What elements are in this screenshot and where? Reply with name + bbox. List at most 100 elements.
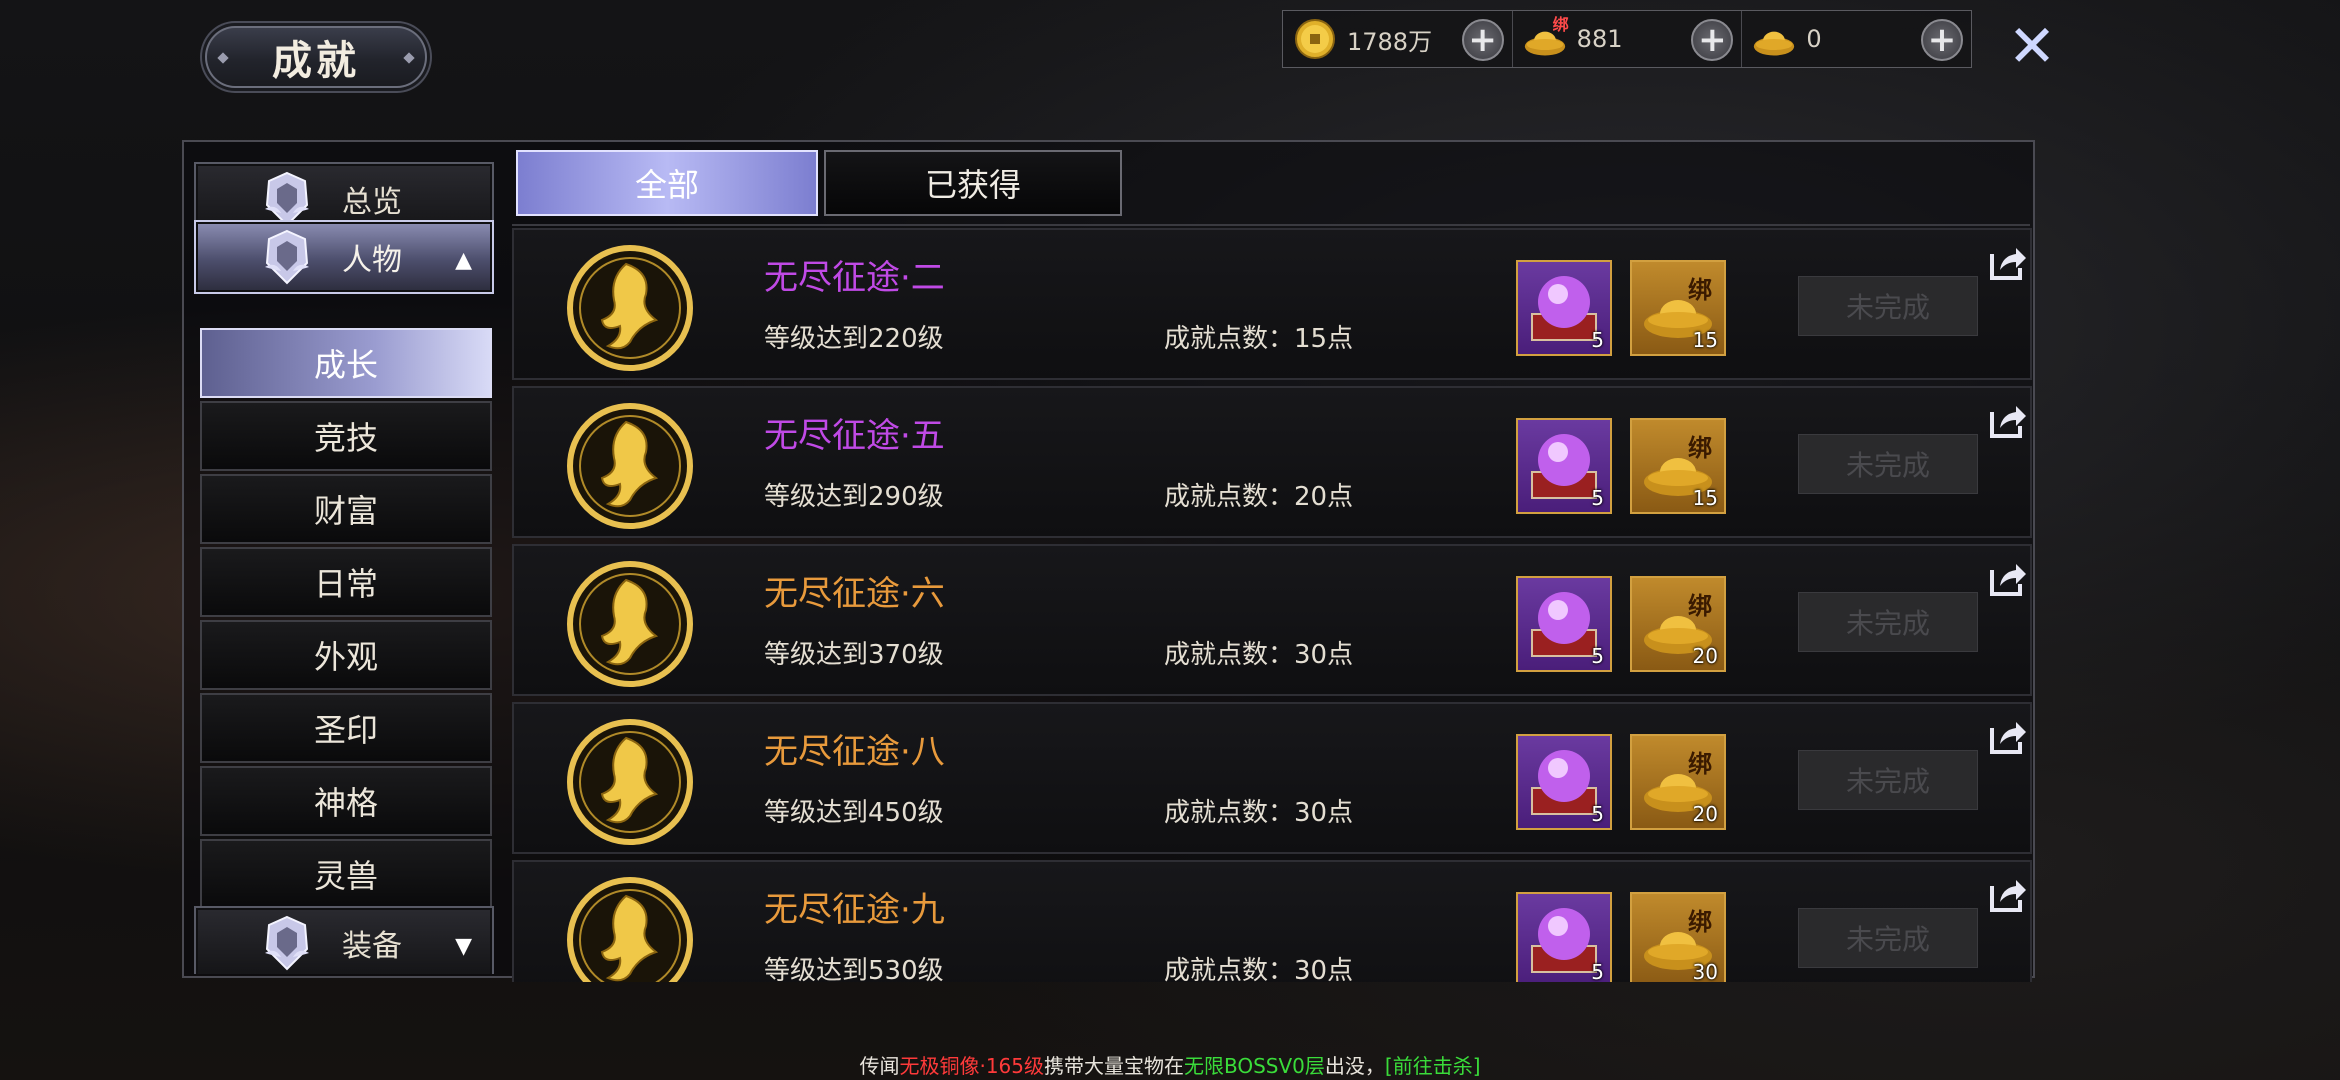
achievement-list: 无尽征途·二 等级达到220级 成就点数：15点 5 绑 15 未完成 无尽征途… — [512, 228, 2032, 982]
sidebar-category-label: 人物 — [342, 243, 402, 278]
sidebar-item-seal[interactable]: 圣印 — [200, 693, 492, 763]
achievement-emblem-icon — [567, 719, 693, 845]
shield-emblem-icon — [258, 226, 316, 288]
share-icon[interactable] — [1986, 872, 2030, 916]
currency-bound-ingot: 绑 881 + — [1513, 11, 1743, 67]
currency-copper: 1788万 + — [1283, 11, 1513, 67]
achievement-desc: 等级达到370级 — [764, 640, 944, 670]
reward-count: 15 — [1692, 328, 1718, 352]
currency-copper-value: 1788万 — [1347, 27, 1433, 56]
currency-bound-ingot-value: 881 — [1576, 25, 1623, 53]
close-icon[interactable]: ✕ — [2004, 17, 2060, 75]
reward-count: 20 — [1692, 644, 1718, 668]
achievement-title: 无尽征途·五 — [764, 416, 945, 456]
broadcast-suffix: 出没， — [1324, 1054, 1385, 1078]
sidebar-category-label: 装备 — [342, 929, 402, 964]
achievement-title: 无尽征途·六 — [764, 574, 945, 614]
achievement-emblem-icon — [567, 245, 693, 371]
reward-count: 5 — [1591, 328, 1604, 352]
sidebar-item-divinity[interactable]: 神格 — [200, 766, 492, 836]
chevron-up-icon: ▲ — [455, 248, 472, 273]
achievement-emblem-icon — [567, 561, 693, 687]
achievement-title: 无尽征途·八 — [764, 732, 945, 772]
achievement-row: 无尽征途·二 等级达到220级 成就点数：15点 5 绑 15 未完成 — [512, 228, 2032, 380]
achievement-points: 成就点数：15点 — [1164, 324, 1354, 354]
sidebar-item-daily[interactable]: 日常 — [200, 547, 492, 617]
broadcast-boss-name: 无极铜像 — [899, 1054, 980, 1078]
share-icon[interactable] — [1986, 240, 2030, 284]
bound-tag: 绑 — [1552, 15, 1569, 34]
reward-count: 5 — [1591, 802, 1604, 826]
currency-gold-ingot: 0 + — [1742, 11, 1971, 67]
share-icon[interactable] — [1986, 556, 2030, 600]
bound-tag: 绑 — [1688, 592, 1712, 620]
sidebar-item-spirit-beast[interactable]: 灵兽 — [200, 839, 492, 909]
reward-count: 5 — [1591, 960, 1604, 982]
reward-count: 20 — [1692, 802, 1718, 826]
sidebar-item-appearance[interactable]: 外观 — [200, 620, 492, 690]
reward-gold-ingot[interactable]: 绑 15 — [1630, 418, 1726, 514]
status-incomplete-button: 未完成 — [1798, 276, 1978, 336]
reward-purple-box[interactable]: 5 — [1516, 892, 1612, 982]
status-incomplete-button: 未完成 — [1798, 592, 1978, 652]
achievement-row: 无尽征途·九 等级达到530级 成就点数：30点 5 绑 30 未完成 — [512, 860, 2032, 982]
reward-count: 15 — [1692, 486, 1718, 510]
bound-tag: 绑 — [1688, 434, 1712, 462]
reward-gold-ingot[interactable]: 绑 15 — [1630, 260, 1726, 356]
sidebar: 总览 人物 ▲ 成长 竞技 财富 日常 外观 圣印 神格 灵兽 装备 ▼ — [186, 144, 506, 974]
reward-purple-box[interactable]: 5 — [1516, 260, 1612, 356]
achievement-emblem-icon — [567, 877, 693, 982]
reward-gold-ingot[interactable]: 绑 20 — [1630, 576, 1726, 672]
add-copper-button[interactable]: + — [1461, 19, 1504, 61]
reward-purple-box[interactable]: 5 — [1516, 418, 1612, 514]
achievement-points: 成就点数：30点 — [1164, 640, 1354, 670]
broadcast-prefix: 传闻 — [859, 1054, 900, 1078]
reward-gold-ingot[interactable]: 绑 30 — [1630, 892, 1726, 982]
sidebar-item-arena[interactable]: 竞技 — [200, 401, 492, 471]
reward-count: 5 — [1591, 486, 1604, 510]
status-incomplete-button: 未完成 — [1798, 750, 1978, 810]
sidebar-item-growth[interactable]: 成长 — [200, 328, 492, 398]
achievement-title: 无尽征途·二 — [764, 258, 945, 298]
reward-gold-ingot[interactable]: 绑 20 — [1630, 734, 1726, 830]
achievement-desc: 等级达到290级 — [764, 482, 944, 512]
achievement-emblem-icon — [567, 403, 693, 529]
broadcast-boss-level: ·165级 — [979, 1054, 1044, 1078]
tab-divider — [512, 224, 2030, 226]
achievement-points: 成就点数：30点 — [1164, 956, 1354, 982]
broadcast-middle: 携带大量宝物在 — [1044, 1054, 1184, 1078]
achievement-desc: 等级达到530级 — [764, 956, 944, 982]
bound-tag: 绑 — [1688, 750, 1712, 778]
sidebar-item-wealth[interactable]: 财富 — [200, 474, 492, 544]
broadcast-goto-link[interactable]: [前往击杀] — [1385, 1054, 1481, 1078]
page-title: 成就 — [272, 37, 360, 84]
tab-all[interactable]: 全部 — [516, 150, 818, 216]
achievement-title: 无尽征途·九 — [764, 890, 945, 930]
reward-count: 5 — [1591, 644, 1604, 668]
reward-purple-box[interactable]: 5 — [1516, 734, 1612, 830]
add-bound-ingot-button[interactable]: + — [1691, 19, 1734, 61]
tab-obtained[interactable]: 已获得 — [824, 150, 1122, 216]
achievement-desc: 等级达到220级 — [764, 324, 944, 354]
broadcast-location: 无限BOSSV0层 — [1184, 1054, 1325, 1078]
sidebar-category-equipment[interactable]: 装备 ▼ — [194, 906, 494, 974]
sidebar-category-character[interactable]: 人物 ▲ — [194, 220, 494, 294]
add-gold-ingot-button[interactable]: + — [1921, 19, 1964, 61]
chevron-down-icon: ▼ — [455, 934, 472, 959]
achievement-desc: 等级达到450级 — [764, 798, 944, 828]
reward-purple-box[interactable]: 5 — [1516, 576, 1612, 672]
status-incomplete-button: 未完成 — [1798, 434, 1978, 494]
achievement-row: 无尽征途·六 等级达到370级 成就点数：30点 5 绑 20 未完成 — [512, 544, 2032, 696]
achievement-points: 成就点数：20点 — [1164, 482, 1354, 512]
bound-tag: 绑 — [1688, 908, 1712, 936]
broadcast-message: 传闻无极铜像·165级携带大量宝物在无限BOSSV0层出没，[前往击杀] — [0, 1050, 2340, 1079]
share-icon[interactable] — [1986, 398, 2030, 442]
achievement-row: 无尽征途·八 等级达到450级 成就点数：30点 5 绑 20 未完成 — [512, 702, 2032, 854]
bound-tag: 绑 — [1688, 276, 1712, 304]
sidebar-category-label: 总览 — [342, 185, 402, 220]
achievement-row: 无尽征途·五 等级达到290级 成就点数：20点 5 绑 15 未完成 — [512, 386, 2032, 538]
status-incomplete-button: 未完成 — [1798, 908, 1978, 968]
reward-count: 30 — [1692, 960, 1718, 982]
share-icon[interactable] — [1986, 714, 2030, 758]
shield-emblem-icon — [258, 912, 316, 974]
